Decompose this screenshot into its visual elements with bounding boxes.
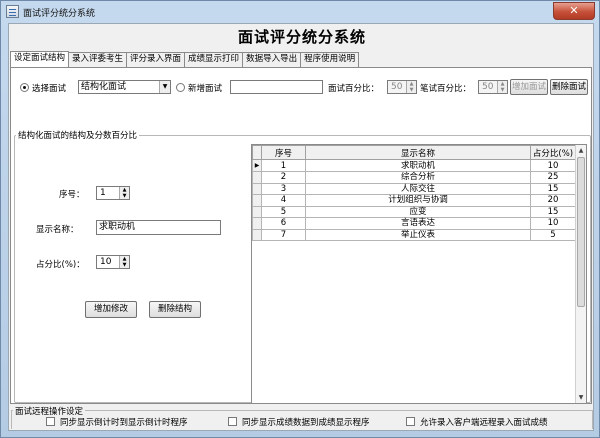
opt3-label: 允许录入客户端远程录入面试成绩 bbox=[420, 418, 548, 428]
tab-judges[interactable]: 录入评委考生 bbox=[68, 52, 128, 67]
cell-pct[interactable]: 10 bbox=[530, 159, 576, 172]
row-header bbox=[252, 194, 262, 207]
cell-name[interactable]: 求职动机 bbox=[305, 159, 531, 172]
new-interview-radio[interactable] bbox=[176, 83, 185, 92]
delete-interview-button[interactable]: 删除面试 bbox=[550, 79, 588, 95]
interview-select[interactable]: 结构化面试 ▼ bbox=[78, 80, 171, 94]
table-row[interactable]: 4 计划组织与协调 20 bbox=[252, 194, 576, 207]
cell-no[interactable]: 7 bbox=[261, 228, 306, 241]
cell-no[interactable]: 1 bbox=[261, 159, 306, 172]
table-row[interactable]: 6 言语表达 10 bbox=[252, 217, 576, 230]
cell-name[interactable]: 应变 bbox=[305, 205, 531, 218]
opt3-checkbox[interactable] bbox=[406, 417, 415, 426]
grid-scrollbar[interactable]: ▲ ▼ bbox=[575, 145, 586, 403]
structure-table: 序号 显示名称 占分比(%) 1求职动机10 2综合分析25 3人际交往15 4… bbox=[252, 145, 576, 241]
structure-group-title: 结构化面试的结构及分数百分比 bbox=[16, 129, 140, 141]
written-pct-label: 笔试百分比： bbox=[420, 84, 472, 94]
spinner-arrows-icon: ▲ ▼ bbox=[119, 256, 129, 268]
spinner-arrows-icon: ▲ ▼ bbox=[119, 187, 129, 199]
tab-strip: 设定面试结构 录入评委考生 评分录入界面 成绩显示打印 数据导入导出 程序使用说… bbox=[10, 51, 360, 67]
seq-spinner[interactable]: 1 ▲ ▼ bbox=[96, 186, 130, 200]
cell-name[interactable]: 计划组织与协调 bbox=[305, 194, 531, 207]
add-modify-button[interactable]: 增加修改 bbox=[85, 301, 137, 318]
col-header-name[interactable]: 显示名称 bbox=[305, 145, 531, 160]
tab-structure[interactable]: 设定面试结构 bbox=[10, 51, 70, 67]
pct-spinner[interactable]: 10 ▲ ▼ bbox=[96, 255, 130, 269]
opt1-checkbox[interactable] bbox=[46, 417, 55, 426]
table-row[interactable]: 7 举止仪表 5 bbox=[252, 228, 576, 241]
col-header-pct[interactable]: 占分比(%) bbox=[530, 145, 576, 160]
window-title: 面试评分统分系统 bbox=[23, 9, 96, 19]
interview-pct-spinner[interactable]: 50 ▲ ▼ bbox=[387, 80, 417, 94]
cell-no[interactable]: 6 bbox=[261, 217, 306, 230]
cell-pct[interactable]: 15 bbox=[530, 205, 576, 218]
cell-pct[interactable]: 5 bbox=[530, 228, 576, 241]
tab-help[interactable]: 程序使用说明 bbox=[300, 52, 360, 67]
add-interview-button[interactable]: 增加面试 bbox=[510, 79, 548, 95]
table-header-row: 序号 显示名称 占分比(%) bbox=[252, 145, 576, 160]
structure-grid[interactable]: 序号 显示名称 占分比(%) 1求职动机10 2综合分析25 3人际交往15 4… bbox=[251, 144, 587, 404]
written-pct-value: 50 bbox=[482, 82, 494, 92]
row-header bbox=[252, 171, 262, 184]
interview-pct-value: 50 bbox=[391, 82, 403, 92]
title-bar[interactable]: 面试评分统分系统 ✕ bbox=[1, 1, 599, 23]
tab-scoring[interactable]: 评分录入界面 bbox=[126, 52, 186, 67]
cell-name[interactable]: 举止仪表 bbox=[305, 228, 531, 241]
row-header bbox=[252, 182, 262, 195]
client-area: 面试评分统分系统 设定面试结构 录入评委考生 评分录入界面 成绩显示打印 数据导… bbox=[8, 23, 594, 431]
pct-value: 10 bbox=[100, 257, 112, 267]
col-header-no[interactable]: 序号 bbox=[261, 145, 306, 160]
cell-pct[interactable]: 10 bbox=[530, 217, 576, 230]
new-interview-label: 新增面试 bbox=[188, 84, 223, 94]
cell-no[interactable]: 3 bbox=[261, 182, 306, 195]
delete-structure-button[interactable]: 删除结构 bbox=[149, 301, 201, 318]
scroll-down-icon[interactable]: ▼ bbox=[576, 392, 586, 403]
cell-pct[interactable]: 25 bbox=[530, 171, 576, 184]
new-interview-input[interactable] bbox=[230, 80, 323, 94]
cell-name[interactable]: 人际交往 bbox=[305, 182, 531, 195]
row-header bbox=[252, 205, 262, 218]
seq-value: 1 bbox=[100, 188, 106, 198]
row-header bbox=[252, 228, 262, 241]
scrollbar-thumb[interactable] bbox=[577, 157, 585, 307]
cell-pct[interactable]: 20 bbox=[530, 194, 576, 207]
pct-label: 占分比(%)： bbox=[36, 260, 85, 270]
cell-no[interactable]: 4 bbox=[261, 194, 306, 207]
table-row[interactable]: 5 应变 15 bbox=[252, 205, 576, 218]
interview-pct-label: 面试百分比： bbox=[328, 84, 380, 94]
name-input[interactable]: 求职动机 bbox=[96, 220, 221, 235]
tab-results[interactable]: 成绩显示打印 bbox=[184, 52, 244, 67]
interview-select-value: 结构化面试 bbox=[81, 82, 127, 92]
select-interview-radio[interactable] bbox=[20, 83, 29, 92]
opt2-label: 同步显示成绩数据到成绩显示程序 bbox=[242, 418, 370, 428]
cell-no[interactable]: 5 bbox=[261, 205, 306, 218]
table-row[interactable]: 1求职动机10 bbox=[252, 159, 576, 172]
scroll-up-icon[interactable]: ▲ bbox=[576, 145, 586, 156]
written-pct-spinner[interactable]: 50 ▲ ▼ bbox=[478, 80, 508, 94]
cell-name[interactable]: 综合分析 bbox=[305, 171, 531, 184]
main-window: 面试评分统分系统 ✕ 面试评分统分系统 设定面试结构 录入评委考生 评分录入界面… bbox=[0, 0, 600, 438]
opt2-checkbox[interactable] bbox=[228, 417, 237, 426]
seq-label: 序号： bbox=[59, 190, 85, 200]
table-row[interactable]: 3 人际交往 15 bbox=[252, 182, 576, 195]
select-interview-label: 选择面试 bbox=[32, 84, 67, 94]
page-title: 面试评分统分系统 bbox=[237, 28, 366, 46]
row-header-corner bbox=[252, 145, 262, 160]
name-label: 显示名称： bbox=[36, 225, 79, 235]
spinner-arrows-icon: ▲ ▼ bbox=[406, 81, 416, 93]
row-header bbox=[252, 217, 262, 230]
table-row[interactable]: 2 综合分析 25 bbox=[252, 171, 576, 184]
opt1-label: 同步显示倒计时到显示倒计时程序 bbox=[60, 418, 188, 428]
tab-import-export[interactable]: 数据导入导出 bbox=[242, 52, 302, 67]
spinner-arrows-icon: ▲ ▼ bbox=[497, 81, 507, 93]
remote-group: 面试远程操作设定 同步显示倒计时到显示倒计时程序 同步显示成绩数据到成绩显示程序… bbox=[9, 405, 595, 430]
chevron-down-icon: ▼ bbox=[159, 81, 170, 93]
cell-pct[interactable]: 15 bbox=[530, 182, 576, 195]
close-button[interactable]: ✕ bbox=[553, 2, 595, 20]
cell-no[interactable]: 2 bbox=[261, 171, 306, 184]
app-icon bbox=[6, 5, 19, 18]
current-row-icon bbox=[252, 159, 262, 172]
tab-panel: 选择面试 结构化面试 ▼ 新增面试 面试百分比： 50 ▲ ▼ 笔试百分比： 50… bbox=[10, 67, 592, 404]
cell-name[interactable]: 言语表达 bbox=[305, 217, 531, 230]
